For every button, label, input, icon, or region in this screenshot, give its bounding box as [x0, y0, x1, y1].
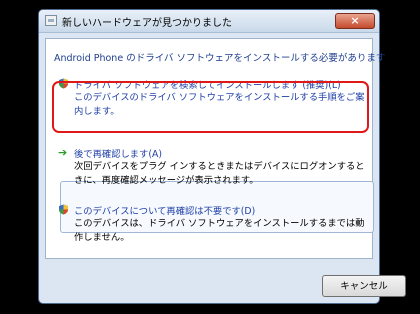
option-dont-ask-title[interactable]: このデバイスについて再確認は不要です(D)	[74, 203, 255, 217]
option-later-title[interactable]: 後で再確認します(A)	[74, 146, 162, 160]
close-button[interactable]: ×	[335, 13, 375, 29]
option-later-description: 次回デバイスをプラグ インするときまたはデバイスにログオンするときに、再度確認メ…	[74, 161, 365, 186]
shield-icon	[59, 204, 68, 215]
cancel-button[interactable]: キャンセル	[322, 275, 406, 297]
hardware-icon	[45, 15, 57, 26]
dialog-header: Android Phone のドライバ ソフトウェアをインストールする必要があり…	[54, 53, 386, 64]
option-dont-ask-description: このデバイスは、ドライバ ソフトウェアをインストールするまでは動作しません。	[74, 218, 365, 243]
green-arrow-icon: ➔	[58, 146, 68, 159]
title-bar[interactable]: 新しいハードウェアが見つかりました ×	[39, 10, 379, 33]
red-highlight-ring	[52, 81, 369, 133]
window-title: 新しいハードウェアが見つかりました	[62, 18, 232, 29]
